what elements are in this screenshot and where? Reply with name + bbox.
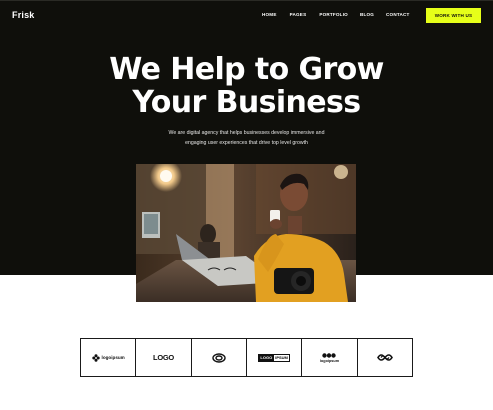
client-logo-1: logoipsum	[81, 339, 137, 376]
client-logo-5-text: logoipsum	[319, 358, 340, 363]
nav-links: HOME PAGES PORTFOLIO BLOG CONTACT	[262, 12, 410, 20]
client-logo-6	[358, 339, 412, 376]
client-logo-2-text: LOGO	[153, 353, 174, 362]
infinity-icon	[376, 354, 393, 361]
client-logo-4-left: LOGO	[258, 354, 274, 361]
client-logo-1-text: logoipsum	[101, 355, 125, 360]
nav-blog-link[interactable]: BLOG	[360, 12, 374, 20]
headline-line-1: We Help to Grow	[109, 52, 384, 87]
client-logos: logoipsum LOGO LOGO IPSUM logoipsum	[80, 338, 413, 377]
hero-headline: We Help to Grow Your Business	[60, 53, 433, 119]
nav-home-link[interactable]: HOME	[262, 12, 277, 20]
client-logo-3	[192, 339, 247, 376]
dots-icon	[322, 352, 337, 358]
subtitle-line-2: engaging user experiences that drive top…	[185, 139, 308, 146]
client-logo-4: LOGO IPSUM	[247, 339, 303, 376]
headline-line-2: Your Business	[132, 85, 361, 120]
ring-icon	[212, 352, 226, 363]
top-navigation: Frisk HOME PAGES PORTFOLIO BLOG CONTACT …	[0, 1, 493, 29]
client-logo-4-box: LOGO IPSUM	[257, 353, 291, 362]
flower-icon	[91, 353, 100, 362]
hero-subtitle: We are digital agency that helps busines…	[150, 129, 343, 148]
subtitle-line-1: We are digital agency that helps busines…	[168, 130, 325, 136]
man-drinking-coffee-image	[136, 164, 356, 302]
nav-contact-link[interactable]: CONTACT	[386, 12, 410, 20]
nav-portfolio-link[interactable]: PORTFOLIO	[319, 12, 348, 20]
client-logo-5: logoipsum	[302, 339, 358, 376]
work-with-us-button[interactable]: WORK WITH US	[426, 8, 481, 23]
hero-photo	[136, 164, 356, 302]
nav-pages-link[interactable]: PAGES	[290, 12, 307, 20]
client-logo-2: LOGO	[136, 339, 192, 376]
brand-logo[interactable]: Frisk	[12, 10, 35, 20]
client-logo-4-right: IPSUM	[275, 354, 288, 360]
